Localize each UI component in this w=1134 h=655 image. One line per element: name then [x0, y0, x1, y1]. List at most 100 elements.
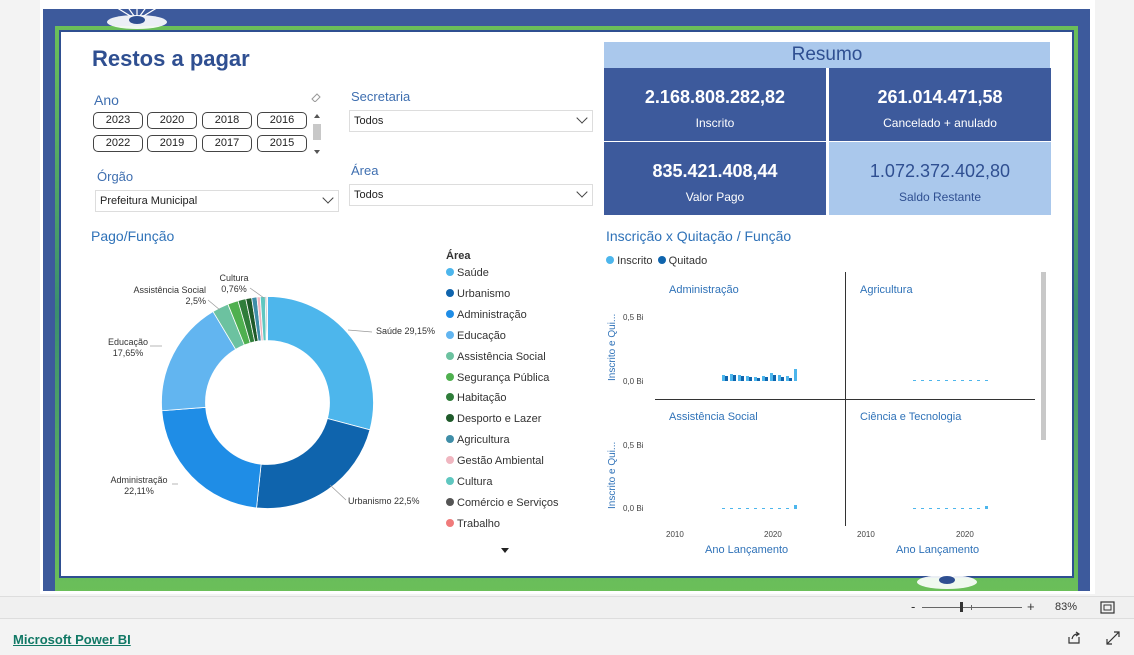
- legend-label: Administração: [457, 308, 527, 321]
- bar[interactable]: [789, 378, 792, 381]
- bar[interactable]: [961, 508, 964, 509]
- bar[interactable]: [778, 375, 781, 381]
- bar[interactable]: [738, 508, 741, 509]
- legend-item[interactable]: Comércio e Serviços: [446, 496, 558, 510]
- bar[interactable]: [786, 376, 789, 381]
- year-button-2022[interactable]: 2022: [93, 135, 143, 152]
- bar[interactable]: [754, 508, 757, 509]
- legend-quitado-dot: [657, 256, 666, 264]
- small-multiples-title: Inscrição x Quitação / Função: [606, 228, 792, 244]
- zoom-in-button[interactable]: +: [1027, 599, 1035, 614]
- legend-dot: [446, 351, 454, 360]
- bar[interactable]: [985, 380, 988, 381]
- bar[interactable]: [746, 376, 749, 381]
- bar[interactable]: [913, 380, 916, 381]
- legend-dot: [446, 309, 454, 318]
- bar[interactable]: [937, 508, 940, 509]
- zoom-out-button[interactable]: -: [911, 599, 915, 614]
- legend-dot: [446, 330, 454, 339]
- bar[interactable]: [733, 375, 736, 381]
- bar[interactable]: [730, 508, 733, 509]
- bar[interactable]: [945, 508, 948, 509]
- bar[interactable]: [977, 380, 980, 381]
- bar[interactable]: [913, 508, 916, 509]
- bar[interactable]: [757, 378, 760, 381]
- footer: Microsoft Power BI: [0, 618, 1134, 655]
- bar[interactable]: [977, 508, 980, 509]
- bar[interactable]: [722, 508, 725, 509]
- chevron-down-icon: [322, 192, 334, 204]
- fit-to-page-icon[interactable]: [1100, 601, 1115, 614]
- bar[interactable]: [770, 508, 773, 509]
- bar[interactable]: [945, 380, 948, 381]
- year-button-2015[interactable]: 2015: [257, 135, 307, 152]
- bar[interactable]: [794, 505, 797, 509]
- bar[interactable]: [781, 377, 784, 381]
- bar[interactable]: [969, 508, 972, 509]
- bar[interactable]: [969, 380, 972, 381]
- area-value: Todos: [354, 189, 384, 201]
- chevron-down-icon: [576, 112, 588, 124]
- bar[interactable]: [929, 508, 932, 509]
- legend-item[interactable]: Saúde: [446, 266, 489, 280]
- bar[interactable]: [921, 508, 924, 509]
- bar[interactable]: [961, 380, 964, 381]
- power-bi-link[interactable]: Microsoft Power BI: [13, 632, 131, 647]
- secretaria-dropdown[interactable]: Todos: [349, 110, 593, 132]
- bar[interactable]: [778, 508, 781, 509]
- legend-item[interactable]: Educação: [446, 329, 506, 343]
- bar[interactable]: [762, 376, 765, 381]
- bar[interactable]: [985, 506, 988, 509]
- year-button-2019[interactable]: 2019: [147, 135, 197, 152]
- bar[interactable]: [738, 375, 741, 381]
- legend-item[interactable]: Desporto e Lazer: [446, 412, 541, 426]
- year-button-2023[interactable]: 2023: [93, 112, 143, 129]
- legend-item[interactable]: Assistência Social: [446, 350, 546, 364]
- legend-title: Área: [446, 250, 471, 262]
- bar[interactable]: [794, 369, 797, 381]
- year-button-2017[interactable]: 2017: [202, 135, 252, 152]
- year-button-2018[interactable]: 2018: [202, 112, 252, 129]
- fullscreen-icon[interactable]: [1106, 631, 1120, 645]
- bar[interactable]: [722, 375, 725, 381]
- legend-item[interactable]: Agricultura: [446, 433, 510, 447]
- bar[interactable]: [765, 377, 768, 381]
- area-dropdown[interactable]: Todos: [349, 184, 593, 206]
- bar[interactable]: [730, 374, 733, 381]
- bar[interactable]: [953, 380, 956, 381]
- legend-item[interactable]: Segurança Pública: [446, 371, 549, 385]
- legend-scroll-down-icon[interactable]: [501, 548, 509, 553]
- zoom-slider-thumb[interactable]: [960, 602, 963, 612]
- eraser-icon[interactable]: [310, 92, 322, 102]
- orgao-dropdown[interactable]: Prefeitura Municipal: [95, 190, 339, 212]
- bar[interactable]: [953, 508, 956, 509]
- bar[interactable]: [921, 380, 924, 381]
- bar[interactable]: [754, 377, 757, 381]
- bar[interactable]: [937, 380, 940, 381]
- legend-item[interactable]: Urbanismo: [446, 287, 510, 301]
- bar[interactable]: [762, 508, 765, 509]
- legend-item[interactable]: Trabalho: [446, 517, 500, 531]
- legend-dot: [446, 414, 454, 423]
- bar[interactable]: [773, 375, 776, 381]
- x-axis-label-left: Ano Lançamento: [705, 544, 789, 556]
- zoom-slider[interactable]: [922, 602, 1022, 612]
- year-button-2020[interactable]: 2020: [147, 112, 197, 129]
- bar[interactable]: [746, 508, 749, 509]
- share-icon[interactable]: [1067, 631, 1081, 645]
- legend-item[interactable]: Administração: [446, 308, 527, 322]
- small-multiples-scrollbar[interactable]: [1041, 272, 1046, 440]
- legend-item[interactable]: Cultura: [446, 475, 492, 489]
- small-multiples-bars[interactable]: [650, 272, 1040, 526]
- year-button-2016[interactable]: 2016: [257, 112, 307, 129]
- pago-label: Valor Pago: [685, 190, 745, 204]
- bar[interactable]: [929, 380, 932, 381]
- bar[interactable]: [770, 373, 773, 381]
- bar[interactable]: [749, 377, 752, 381]
- legend-item[interactable]: Gestão Ambiental: [446, 454, 544, 468]
- year-scrollbar[interactable]: [312, 114, 321, 156]
- legend-item[interactable]: Habitação: [446, 391, 507, 405]
- bar[interactable]: [786, 508, 789, 509]
- bar[interactable]: [725, 376, 728, 381]
- bar[interactable]: [741, 376, 744, 381]
